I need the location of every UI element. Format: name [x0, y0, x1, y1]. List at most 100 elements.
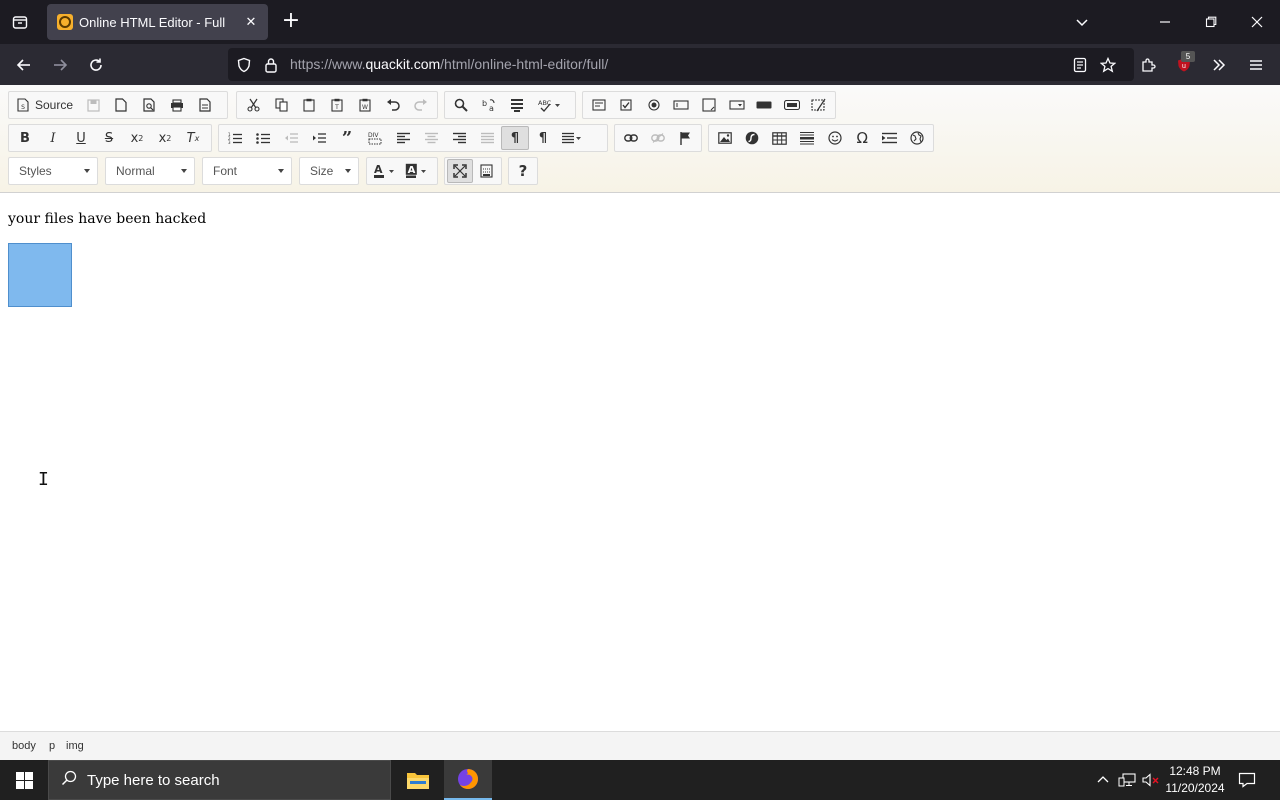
select-all-icon[interactable]	[503, 93, 531, 117]
new-tab-icon[interactable]: +	[280, 10, 302, 34]
unlink-icon[interactable]	[644, 126, 671, 150]
paste-as-text-icon[interactable]: T	[323, 93, 351, 117]
numbered-list-icon[interactable]: 123	[221, 126, 249, 150]
replace-icon[interactable]: ba	[475, 93, 503, 117]
save-icon[interactable]	[79, 93, 107, 117]
lock-icon[interactable]	[262, 56, 280, 74]
text-direction-ltr-icon[interactable]: ¶	[501, 126, 529, 150]
create-div-icon[interactable]: DIV	[361, 126, 389, 150]
show-hidden-icons-chevron-icon[interactable]	[1094, 760, 1112, 800]
tab-overview-icon[interactable]	[8, 10, 32, 34]
hamburger-menu-icon[interactable]	[1243, 52, 1269, 78]
tab-close-icon[interactable]: ✕	[242, 13, 260, 31]
path-item-body[interactable]: body	[8, 740, 40, 752]
copy-icon[interactable]	[267, 93, 295, 117]
selected-image[interactable]	[8, 243, 72, 307]
bookmark-star-icon[interactable]	[1099, 56, 1117, 74]
minimize-window-icon[interactable]	[1153, 10, 1177, 34]
smiley-icon[interactable]	[821, 126, 849, 150]
source-button[interactable]: S Source	[11, 93, 79, 117]
text-field-icon[interactable]	[668, 93, 696, 117]
undo-icon[interactable]	[379, 93, 407, 117]
browser-tab-active[interactable]: Online HTML Editor - Full ✕	[47, 4, 268, 40]
font-dropdown[interactable]: Font	[202, 157, 292, 185]
page-break-icon[interactable]	[876, 126, 904, 150]
taskbar-search-box[interactable]: Type here to search	[48, 760, 391, 800]
cut-icon[interactable]	[239, 93, 267, 117]
paste-icon[interactable]	[295, 93, 323, 117]
taskbar-clock[interactable]: 12:48 PM 11/20/2024	[1160, 763, 1230, 797]
styles-dropdown[interactable]: Styles	[8, 157, 98, 185]
iframe-globe-icon[interactable]	[904, 126, 932, 150]
find-icon[interactable]	[447, 93, 475, 117]
reload-icon[interactable]	[83, 52, 109, 78]
restore-window-icon[interactable]	[1199, 10, 1223, 34]
text-color-icon[interactable]: A	[369, 159, 401, 183]
increase-indent-icon[interactable]	[305, 126, 333, 150]
spell-check-icon[interactable]: ABC	[531, 93, 567, 117]
bold-icon[interactable]: B	[11, 126, 39, 150]
image-icon[interactable]	[711, 126, 739, 150]
justify-icon[interactable]	[473, 126, 501, 150]
list-all-tabs-chevron-icon[interactable]	[1070, 10, 1094, 34]
blockquote-icon[interactable]: ”	[333, 126, 361, 150]
special-character-omega-icon[interactable]: Ω	[849, 126, 877, 150]
back-arrow-icon[interactable]	[11, 52, 37, 78]
path-item-p[interactable]: p	[45, 740, 59, 752]
url-bar[interactable]: https://www.quackit.com/html/online-html…	[228, 48, 1134, 81]
paste-from-word-icon[interactable]: W	[351, 93, 379, 117]
superscript-icon[interactable]: x2	[151, 126, 179, 150]
image-button-icon[interactable]	[778, 93, 806, 117]
network-icon[interactable]	[1116, 760, 1138, 800]
close-window-icon[interactable]	[1245, 10, 1269, 34]
more-tools-chevrons-icon[interactable]	[1206, 52, 1232, 78]
editor-content-area[interactable]: your files have been hacked I	[0, 194, 1280, 731]
flash-icon[interactable]	[739, 126, 767, 150]
italic-icon[interactable]: I	[39, 126, 67, 150]
path-item-img[interactable]: img	[62, 740, 88, 752]
link-icon[interactable]	[617, 126, 644, 150]
language-icon[interactable]	[557, 126, 587, 150]
align-center-icon[interactable]	[417, 126, 445, 150]
subscript-icon[interactable]: x2	[123, 126, 151, 150]
forward-arrow-icon[interactable]	[47, 52, 73, 78]
redo-icon[interactable]	[407, 93, 435, 117]
radio-button-icon[interactable]	[640, 93, 668, 117]
form-icon[interactable]	[585, 93, 613, 117]
anchor-flag-icon[interactable]	[672, 126, 699, 150]
bulleted-list-icon[interactable]	[249, 126, 277, 150]
tracking-protection-shield-icon[interactable]	[235, 56, 253, 74]
size-dropdown[interactable]: Size	[299, 157, 359, 185]
notification-center-icon[interactable]	[1234, 760, 1260, 800]
decrease-indent-icon[interactable]	[277, 126, 305, 150]
align-left-icon[interactable]	[389, 126, 417, 150]
reader-view-icon[interactable]	[1071, 56, 1089, 74]
new-page-icon[interactable]	[107, 93, 135, 117]
background-color-icon[interactable]: A	[401, 159, 433, 183]
checkbox-icon[interactable]	[613, 93, 641, 117]
content-paragraph[interactable]: your files have been hacked	[8, 211, 206, 227]
extensions-puzzle-icon[interactable]	[1135, 52, 1161, 78]
help-button[interactable]: ?	[511, 159, 535, 183]
select-field-icon[interactable]	[723, 93, 751, 117]
url-text[interactable]: https://www.quackit.com/html/online-html…	[290, 56, 608, 72]
firefox-taskbar-icon[interactable]	[444, 760, 492, 800]
textarea-icon[interactable]	[695, 93, 723, 117]
horizontal-rule-icon[interactable]	[794, 126, 822, 150]
format-dropdown[interactable]: Normal	[105, 157, 195, 185]
remove-format-icon[interactable]: Tx	[179, 126, 207, 150]
align-right-icon[interactable]	[445, 126, 473, 150]
underline-icon[interactable]: U	[67, 126, 95, 150]
hidden-field-icon[interactable]	[806, 93, 834, 117]
volume-muted-icon[interactable]	[1140, 760, 1162, 800]
templates-icon[interactable]	[191, 93, 219, 117]
windows-start-button[interactable]	[0, 760, 48, 800]
maximize-icon[interactable]	[447, 159, 474, 183]
strikethrough-icon[interactable]: S	[95, 126, 123, 150]
show-blocks-icon[interactable]	[473, 159, 499, 183]
table-icon[interactable]	[766, 126, 794, 150]
preview-icon[interactable]	[135, 93, 163, 117]
text-direction-rtl-icon[interactable]: ¶	[529, 126, 557, 150]
file-explorer-icon[interactable]	[394, 760, 442, 800]
print-icon[interactable]	[163, 93, 191, 117]
